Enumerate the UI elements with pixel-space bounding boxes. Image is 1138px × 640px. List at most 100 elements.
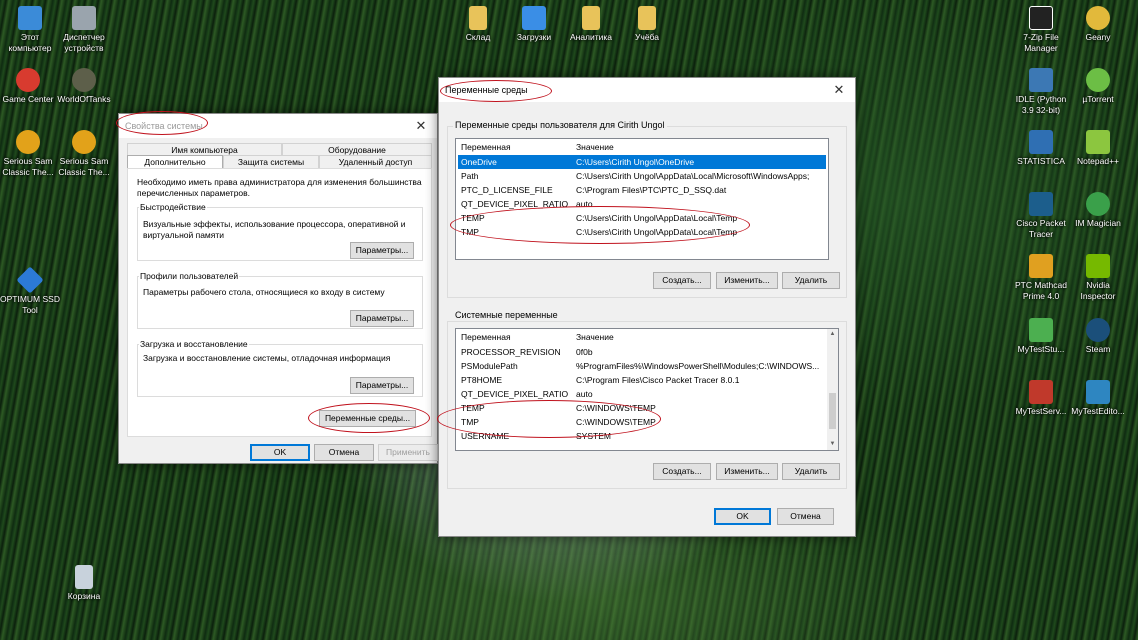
column-variable[interactable]: Переменная bbox=[461, 140, 511, 154]
desktop-icon-downloads[interactable]: Загрузки bbox=[504, 6, 564, 43]
list-item[interactable]: TMP C:\Users\Cirith Ungol\AppData\Local\… bbox=[458, 225, 826, 239]
desktop-icon-mathcad[interactable]: PTC Mathcad Prime 4.0 bbox=[1011, 254, 1071, 302]
list-item[interactable]: OneDrive C:\Users\Cirith Ungol\OneDrive bbox=[458, 155, 826, 169]
scroll-thumb[interactable] bbox=[829, 393, 836, 429]
ok-button[interactable]: OK bbox=[714, 508, 771, 525]
cancel-button[interactable]: Отмена bbox=[777, 508, 834, 525]
column-variable[interactable]: Переменная bbox=[461, 330, 511, 344]
recycle-bin-icon bbox=[75, 565, 93, 589]
desktop-icon-mytest-server[interactable]: MyTestServ... bbox=[1011, 380, 1071, 417]
performance-settings-button[interactable]: Параметры... bbox=[350, 242, 414, 259]
desktop-icon-serious-sam-2[interactable]: Serious Sam Classic The... bbox=[54, 130, 114, 178]
list-item[interactable]: PTC_D_LICENSE_FILE C:\Program Files\PTC\… bbox=[458, 183, 826, 197]
desktop-icon-packet-tracer[interactable]: Cisco Packet Tracer bbox=[1011, 192, 1071, 240]
user-edit-button[interactable]: Изменить... bbox=[716, 272, 778, 289]
cancel-button[interactable]: Отмена bbox=[314, 444, 374, 461]
user-delete-button[interactable]: Удалить bbox=[782, 272, 840, 289]
list-item[interactable]: QT_DEVICE_PIXEL_RATIO auto bbox=[458, 197, 826, 211]
desktop-icon-geany[interactable]: Geany bbox=[1068, 6, 1128, 43]
ok-button[interactable]: OK bbox=[250, 444, 310, 461]
profiles-settings-button[interactable]: Параметры... bbox=[350, 310, 414, 327]
desktop-icon-mytest-editor[interactable]: MyTestEdito... bbox=[1068, 380, 1128, 417]
startup-label: Загрузка и восстановление bbox=[139, 339, 249, 349]
user-variables-label: Переменные среды пользователя для Cirith… bbox=[453, 120, 667, 130]
system-variables-label: Системные переменные bbox=[453, 310, 560, 320]
admin-note: Необходимо иметь права администратора дл… bbox=[137, 177, 422, 198]
desktop-icon-idle[interactable]: IDLE (Python 3.9 32-bit) bbox=[1011, 68, 1071, 116]
mathcad-icon bbox=[1029, 254, 1053, 278]
desktop-icon-serious-sam-1[interactable]: Serious Sam Classic The... bbox=[0, 130, 58, 178]
desktop-icon-nvidia-inspector[interactable]: Nvidia Inspector bbox=[1068, 254, 1128, 302]
desktop-icon-mytest-student[interactable]: MyTestStu... bbox=[1011, 318, 1071, 355]
this-pc-icon bbox=[18, 6, 42, 30]
system-variables-list[interactable]: Переменная Значение PROCESSOR_REVISION 0… bbox=[455, 328, 839, 451]
list-item[interactable]: QT_DEVICE_PIXEL_RATIO auto bbox=[458, 387, 826, 401]
list-item[interactable]: TEMP C:\Users\Cirith Ungol\AppData\Local… bbox=[458, 211, 826, 225]
environment-variables-button[interactable]: Переменные среды... bbox=[319, 410, 416, 427]
system-delete-button[interactable]: Удалить bbox=[782, 463, 840, 480]
list-item[interactable]: PSModulePath %ProgramFiles%\WindowsPower… bbox=[458, 359, 826, 373]
desktop-icon-7zip[interactable]: 7-Zip File Manager bbox=[1011, 6, 1071, 54]
desktop-icon-game-center[interactable]: Game Center bbox=[0, 68, 58, 105]
desktop-icon-recycle-bin[interactable]: Корзина bbox=[54, 565, 114, 602]
downloads-folder-icon bbox=[522, 6, 546, 30]
list-item[interactable]: PROCESSOR_REVISION 0f0b bbox=[458, 345, 826, 359]
utorrent-icon bbox=[1086, 68, 1110, 92]
user-variables-list[interactable]: Переменная Значение OneDrive C:\Users\Ci… bbox=[455, 138, 829, 260]
tab-system-protection[interactable]: Защита системы bbox=[223, 155, 319, 168]
serious-sam-icon bbox=[16, 130, 40, 154]
desktop-icon-statistica[interactable]: STATISTICA bbox=[1011, 130, 1071, 167]
seven-zip-icon bbox=[1029, 6, 1053, 30]
desktop-icon-sklad[interactable]: Склад bbox=[448, 6, 508, 43]
notepad-plus-icon bbox=[1086, 130, 1110, 154]
system-properties-titlebar: Свойства системы ✕ bbox=[119, 114, 437, 138]
desktop-icon-study[interactable]: Учёба bbox=[617, 6, 677, 43]
profiles-text: Параметры рабочего стола, относящиеся ко… bbox=[143, 287, 385, 297]
list-item[interactable]: Path C:\Users\Cirith Ungol\AppData\Local… bbox=[458, 169, 826, 183]
nvidia-inspector-icon bbox=[1086, 254, 1110, 278]
desktop-icon-im-magician[interactable]: IM Magician bbox=[1068, 192, 1128, 229]
mytest-server-icon bbox=[1029, 380, 1053, 404]
folder-icon bbox=[582, 6, 600, 30]
list-item[interactable]: USERNAME SYSTEM bbox=[458, 429, 826, 443]
apply-button[interactable]: Применить bbox=[378, 444, 438, 461]
system-create-button[interactable]: Создать... bbox=[653, 463, 711, 480]
python-idle-icon bbox=[1029, 68, 1053, 92]
serious-sam-icon bbox=[72, 130, 96, 154]
list-item[interactable]: PT8HOME C:\Program Files\Cisco Packet Tr… bbox=[458, 373, 826, 387]
scroll-up-icon[interactable]: ▲ bbox=[827, 329, 838, 340]
desktop-icon-notepad[interactable]: Notepad++ bbox=[1068, 130, 1128, 167]
column-value[interactable]: Значение bbox=[576, 140, 614, 154]
user-create-button[interactable]: Создать... bbox=[653, 272, 711, 289]
statistica-icon bbox=[1029, 130, 1053, 154]
tab-remote-access[interactable]: Удаленный доступ bbox=[319, 155, 432, 168]
list-item[interactable]: TMP C:\WINDOWS\TEMP bbox=[458, 415, 826, 429]
geany-icon bbox=[1086, 6, 1110, 30]
scroll-down-icon[interactable]: ▼ bbox=[827, 439, 838, 450]
startup-settings-button[interactable]: Параметры... bbox=[350, 377, 414, 394]
column-value[interactable]: Значение bbox=[576, 330, 614, 344]
mytest-student-icon bbox=[1029, 318, 1053, 342]
system-edit-button[interactable]: Изменить... bbox=[716, 463, 778, 480]
desktop-icon-device-manager[interactable]: Диспетчер устройств bbox=[54, 6, 114, 54]
packet-tracer-icon bbox=[1029, 192, 1053, 216]
desktop-icon-analytics[interactable]: Аналитика bbox=[561, 6, 621, 43]
desktop-icon-utorrent[interactable]: µTorrent bbox=[1068, 68, 1128, 105]
desktop-icon-optimum-ssd[interactable]: OPTIMUM SSD Tool bbox=[0, 266, 60, 316]
desktop-icon-world-of-tanks[interactable]: WorldOfTanks bbox=[54, 68, 114, 105]
steam-icon bbox=[1086, 318, 1110, 342]
system-list-scrollbar[interactable]: ▲ ▼ bbox=[827, 329, 838, 450]
system-properties-window: Свойства системы ✕ Имя компьютера Оборуд… bbox=[118, 113, 438, 464]
close-icon[interactable]: ✕ bbox=[413, 118, 429, 134]
close-icon[interactable]: ✕ bbox=[831, 82, 847, 98]
list-item[interactable]: TEMP C:\WINDOWS\TEMP bbox=[458, 401, 826, 415]
environment-variables-window: Переменные среды ✕ Переменные среды поль… bbox=[438, 77, 856, 537]
desktop-icon-this-pc[interactable]: Этот компьютер bbox=[0, 6, 60, 54]
list-header: Переменная Значение bbox=[458, 140, 828, 154]
environment-variables-titlebar: Переменные среды ✕ bbox=[439, 78, 855, 102]
tab-advanced[interactable]: Дополнительно bbox=[127, 155, 223, 168]
game-center-icon bbox=[16, 68, 40, 92]
world-of-tanks-icon bbox=[72, 68, 96, 92]
list-header: Переменная Значение bbox=[458, 330, 828, 344]
desktop-icon-steam[interactable]: Steam bbox=[1068, 318, 1128, 355]
